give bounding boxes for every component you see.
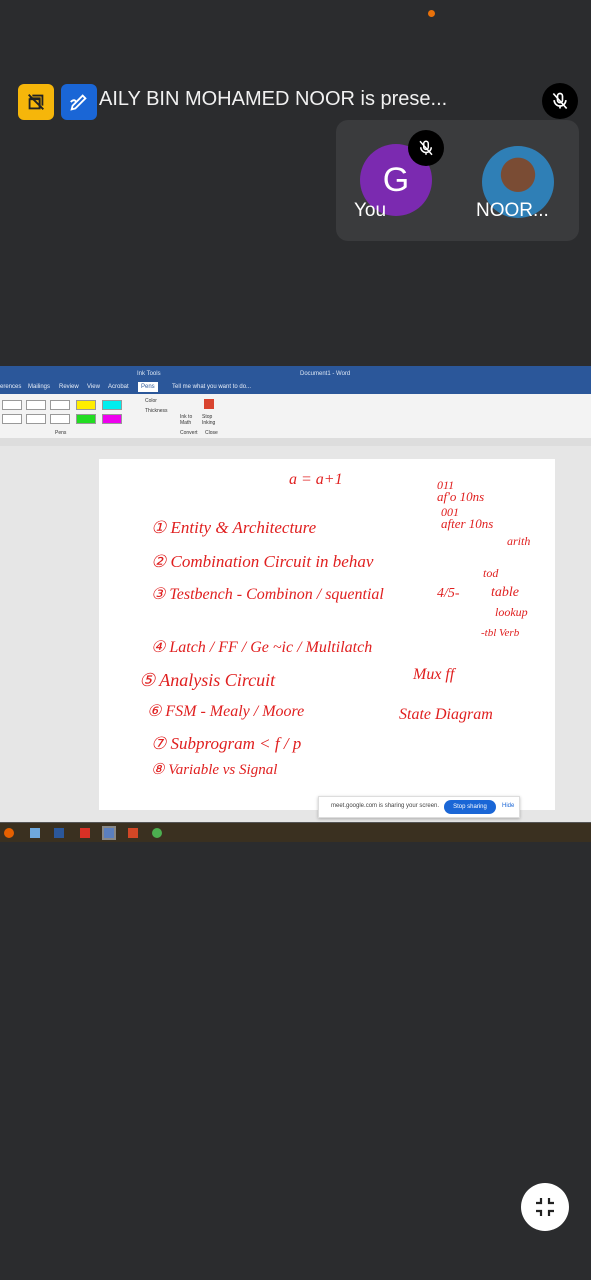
handwriting-note: arith [507, 534, 530, 548]
tab-mailings[interactable]: Mailings [28, 384, 50, 390]
ribbon-tabs: erences Mailings Review View Acrobat Pen… [0, 382, 591, 394]
tab-references[interactable]: erences [0, 384, 21, 390]
pen-swatch[interactable] [26, 414, 46, 424]
stop-inking-button[interactable]: Stop Inking [202, 414, 220, 426]
chrome-icon[interactable] [152, 828, 162, 838]
share-banner-text: meet.google.com is sharing your screen. [331, 803, 440, 809]
participant-mic-off-icon [408, 130, 444, 166]
handwriting-item: ④ Latch / FF / Ge ~ic / Multilatch [151, 639, 372, 656]
pen-swatch[interactable] [2, 414, 22, 424]
handwriting-item: ⑤ Analysis Circuit [139, 670, 276, 690]
handwriting-side: Mux ff [412, 666, 457, 683]
annotate-pen-icon[interactable] [61, 84, 97, 120]
tab-view[interactable]: View [87, 384, 100, 390]
no-layout-icon[interactable] [18, 84, 54, 120]
handwriting-item: ① Entity & Architecture [151, 518, 317, 537]
ink-to-math-button[interactable]: Ink to Math [180, 414, 198, 426]
handwriting-note: after 10ns [441, 516, 493, 531]
color-button[interactable]: Color [145, 398, 157, 404]
hide-link[interactable]: Hide [502, 803, 514, 809]
taskbar [0, 822, 591, 842]
window-title: Document1 - Word [300, 371, 351, 377]
pen-swatch[interactable] [26, 400, 46, 410]
share-banner: meet.google.com is sharing your screen. … [318, 796, 520, 818]
word-active-icon[interactable] [102, 826, 116, 840]
pen-swatch[interactable] [102, 400, 122, 410]
tab-acrobat[interactable]: Acrobat [108, 384, 129, 390]
shared-screen: Ink Tools Document1 - Word erences Maili… [0, 366, 591, 842]
group-pens: Pens [55, 430, 67, 436]
handwriting-note: table [491, 585, 519, 600]
presenter-title: AILY BIN MOHAMED NOOR is prese... [99, 88, 448, 110]
participant-tiles: G You NOOR... [336, 120, 579, 241]
recording-indicator [428, 10, 435, 17]
stop-inking-icon[interactable] [204, 399, 214, 409]
acrobat-icon[interactable] [80, 828, 90, 838]
tab-review[interactable]: Review [59, 384, 79, 390]
group-close: Close [205, 430, 218, 436]
exit-fullscreen-icon[interactable] [521, 1183, 569, 1231]
files-icon[interactable] [30, 828, 40, 838]
tab-pens[interactable]: Pens [138, 382, 158, 392]
handwriting-side: State Diagram [399, 706, 493, 723]
thickness-button[interactable]: Thickness [145, 408, 168, 414]
mic-off-icon[interactable] [542, 83, 578, 119]
handwriting-item: ② Combination Circuit in behav [151, 552, 374, 571]
firefox-icon[interactable] [4, 828, 14, 838]
word-titlebar: Ink Tools Document1 - Word [0, 366, 591, 382]
tell-me[interactable]: Tell me what you want to do... [172, 384, 251, 390]
handwriting-line: a = a+1 [289, 471, 343, 488]
handwriting-note: -tbl Verb [481, 627, 520, 639]
handwriting-note: tod [483, 566, 499, 580]
pen-swatch[interactable] [102, 414, 122, 424]
pen-swatch[interactable] [2, 400, 22, 410]
ribbon: Pens Color Thickness Ink to Math Stop In… [0, 394, 591, 439]
handwriting-item: ③ Testbench - Combinon / squential [151, 586, 384, 603]
ink-canvas[interactable]: a = a+1 011 af'o 10ns 001 after 10ns ari… [99, 459, 555, 810]
pen-swatch[interactable] [50, 414, 70, 424]
stop-sharing-button[interactable]: Stop sharing [444, 800, 496, 814]
handwriting-side: 4/5- [437, 586, 460, 601]
powerpoint-icon[interactable] [128, 828, 138, 838]
handwriting-note: af'o 10ns [437, 489, 484, 504]
handwriting-item: ⑧ Variable vs Signal [151, 762, 277, 778]
pen-swatch[interactable] [76, 400, 96, 410]
handwriting-item: ⑦ Subprogram < f / p [151, 734, 301, 753]
handwriting-item: ⑥ FSM - Mealy / Moore [147, 703, 304, 720]
group-convert: Convert [180, 430, 198, 436]
pen-swatch[interactable] [76, 414, 96, 424]
participant-name-you: You [354, 200, 387, 221]
participant-name-noor: NOOR... [476, 200, 549, 221]
pen-swatch[interactable] [50, 400, 70, 410]
ruler [0, 438, 591, 446]
word-icon[interactable] [54, 828, 64, 838]
contextual-tab: Ink Tools [137, 371, 161, 377]
handwriting-note: lookup [495, 605, 528, 619]
